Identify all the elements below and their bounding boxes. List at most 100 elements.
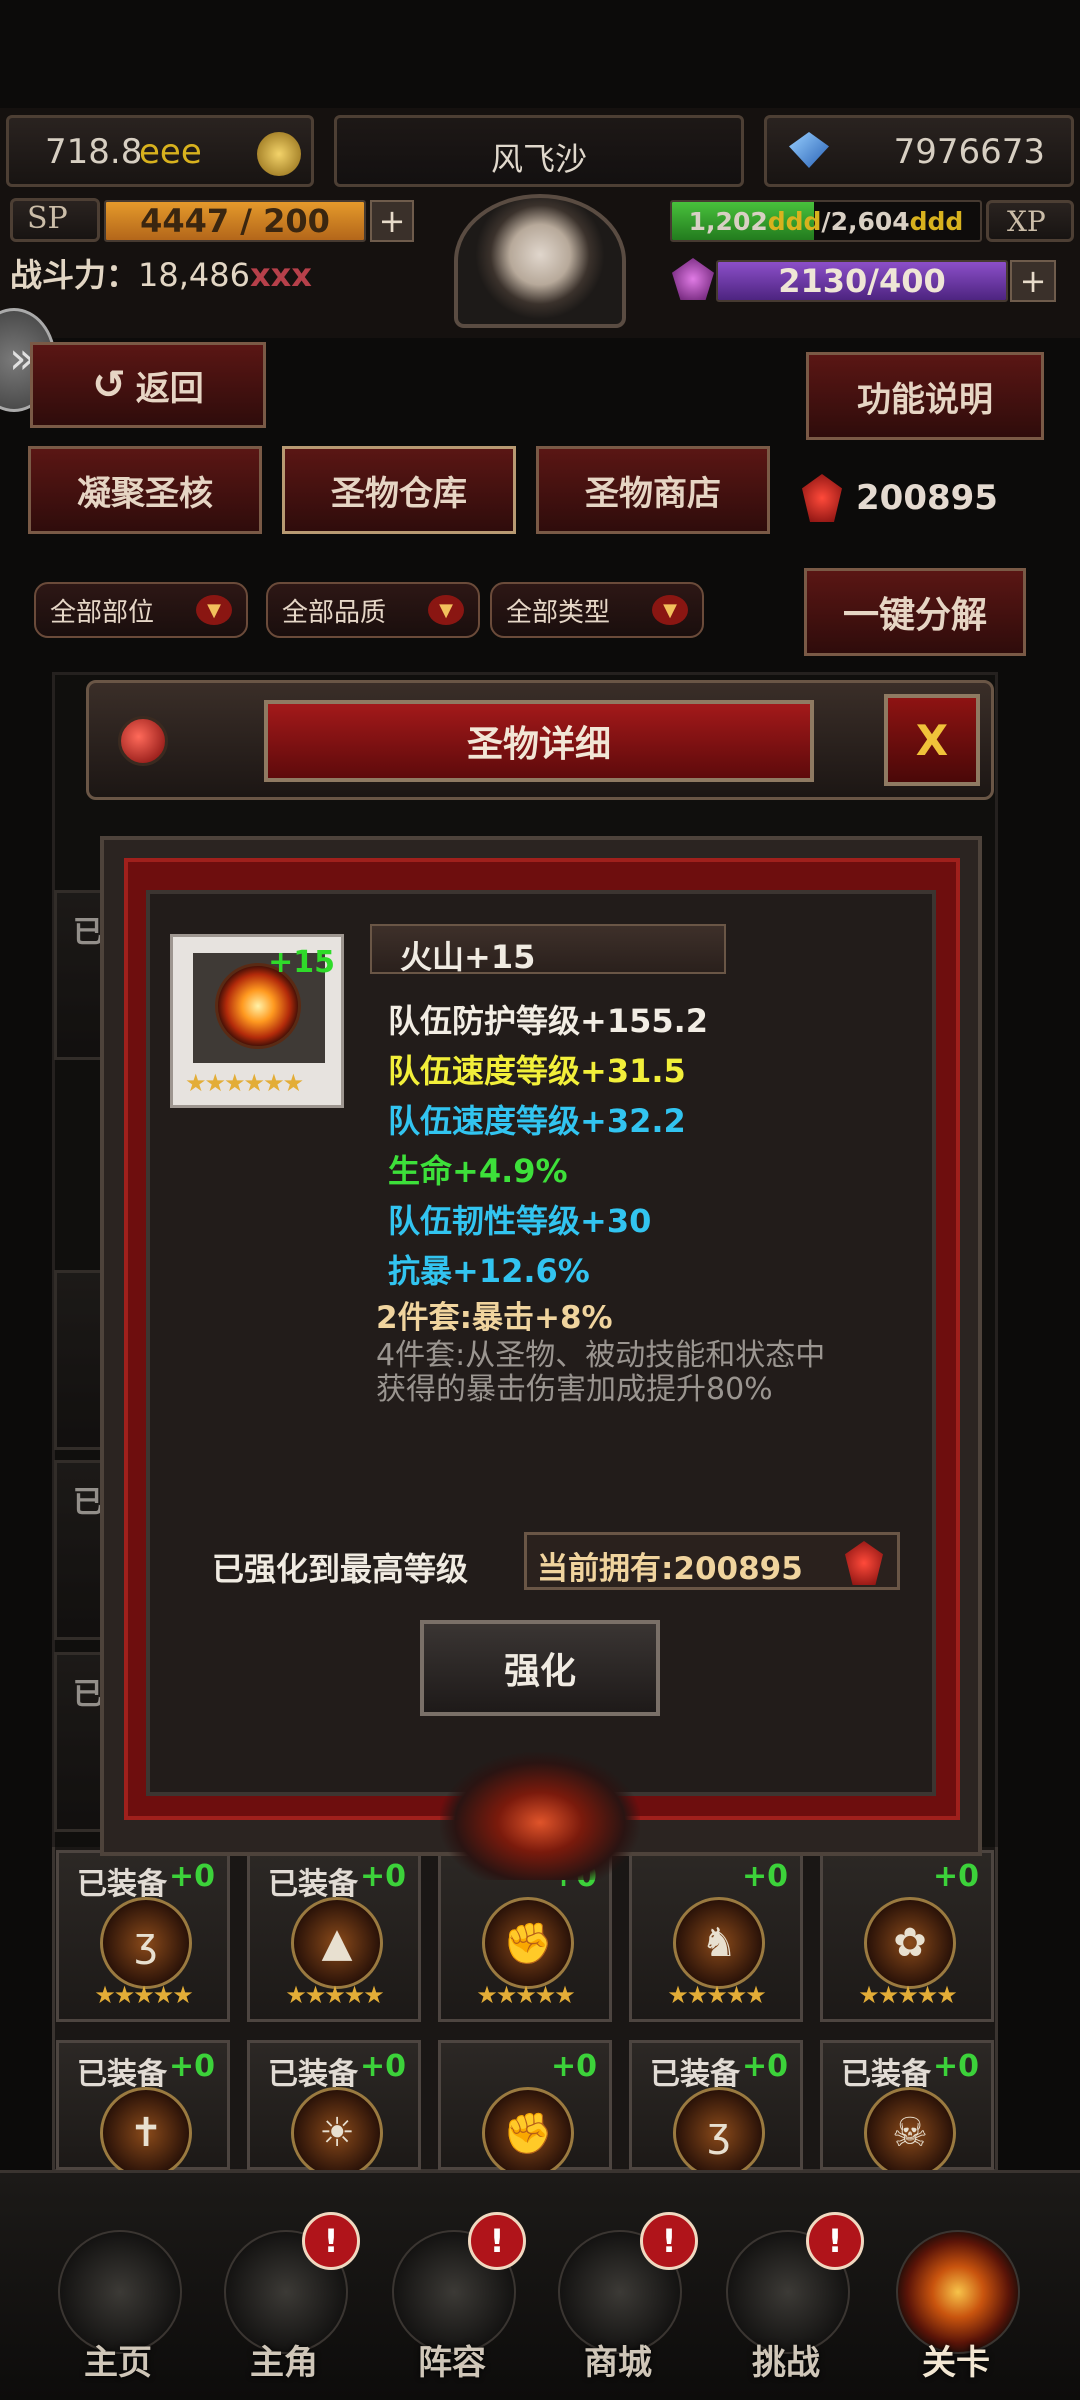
alert-badge: ! — [806, 2212, 864, 2270]
relic-level: +0 — [932, 2049, 979, 2084]
relic-level: +0 — [932, 1859, 979, 1894]
decompose-label: 一键分解 — [842, 595, 987, 636]
relic-name: 火山+15 — [400, 938, 536, 976]
list-item[interactable]: 已装备 +0 ✝ — [56, 2040, 230, 2179]
relic-level: +0 — [168, 2049, 215, 2084]
gold-coin-icon — [257, 132, 301, 176]
list-item[interactable]: 已装备 +0 ▲ ★★★★★ — [247, 1850, 421, 2022]
nav-home-label: 主页 — [84, 2343, 152, 2383]
sp-label: SP — [27, 201, 68, 236]
list-item[interactable]: 已装备 +0 ☀ — [247, 2040, 421, 2179]
stat-line: 队伍速度等级+31.5 — [388, 1052, 686, 1090]
sp-label-box: SP — [10, 198, 100, 242]
stat-line: 队伍速度等级+32.2 — [388, 1102, 686, 1140]
tab-relic-storage-label: 圣物仓库 — [331, 473, 467, 514]
sp-plus-button[interactable]: + — [370, 200, 414, 242]
nav-hero-label: 主角 — [250, 2343, 318, 2383]
alert-badge: ! — [468, 2212, 526, 2270]
xp-label-box: XP — [986, 200, 1074, 242]
relic-level: +0 — [741, 1859, 788, 1894]
tab-relic-shop-label: 圣物商店 — [585, 473, 721, 514]
filter-slot-label: 全部部位 — [50, 597, 155, 628]
relic-level-badge: +15 — [268, 945, 335, 980]
list-item[interactable]: +0 ✊ — [438, 2040, 612, 2179]
tab-relic-storage[interactable]: 圣物仓库 — [282, 446, 516, 534]
list-item[interactable]: +0 ♞ ★★★★★ — [629, 1850, 803, 2022]
filter-slot-dropdown[interactable]: 全部部位 ▼ — [34, 582, 248, 638]
filter-quality-dropdown[interactable]: 全部品质 ▼ — [266, 582, 480, 638]
list-item[interactable]: 已装备 +0 ☠ — [820, 2040, 994, 2179]
list-item[interactable]: 已装备 +0 ʒ ★★★★★ — [56, 1850, 230, 2022]
relic-icon: ✊ — [482, 1897, 574, 1989]
help-label: 功能说明 — [857, 379, 993, 420]
energy-bar: 2130/400 — [716, 260, 1008, 302]
back-label: 返回 — [135, 368, 204, 409]
gold-display: 718.8 eee — [6, 115, 314, 187]
relic-icon: ▲ — [291, 1897, 383, 1989]
dialog-close-button[interactable]: X — [884, 694, 980, 786]
gold-value: 718.8 — [45, 132, 143, 172]
nav-home[interactable]: 主页 — [38, 2190, 198, 2400]
red-crystal-icon — [845, 1541, 883, 1585]
nav-shop-label: 商城 — [584, 2343, 652, 2383]
relic-icon: ʒ — [100, 1897, 192, 1989]
equipped-tag: 已装备 — [268, 2057, 358, 2092]
owned-currency-box: 当前拥有:200895 — [524, 1532, 900, 1590]
gem-display: 7976673 — [764, 115, 1074, 187]
relic-level: +0 — [359, 2049, 406, 2084]
energy-value: 2130/400 — [778, 262, 946, 300]
relic-icon: ✝ — [100, 2087, 192, 2179]
dialog-title-plate: 圣物详细 — [264, 700, 814, 782]
max-level-text: 已强化到最高等级 — [212, 1550, 469, 1588]
gem-icon — [789, 132, 829, 168]
avatar[interactable] — [430, 194, 650, 328]
help-button[interactable]: 功能说明 — [806, 352, 1044, 440]
equipped-tag: 已装备 — [77, 2057, 167, 2092]
relic-icon: ☀ — [291, 2087, 383, 2179]
chevron-down-icon: ▼ — [196, 595, 232, 625]
stat-line: 队伍韧性等级+30 — [388, 1202, 652, 1240]
relic-stars: ★★★★★ — [667, 1981, 767, 2009]
energy-plus-button[interactable]: + — [1010, 260, 1056, 302]
relic-currency-value: 200895 — [856, 478, 998, 518]
filter-type-dropdown[interactable]: 全部类型 ▼ — [490, 582, 704, 638]
xp-text: 1,202 ddd/2,604 ddd — [672, 202, 980, 240]
relic-icon: ʒ — [673, 2087, 765, 2179]
relic-icon: ✿ — [864, 1897, 956, 1989]
xp-max: 2,604 — [830, 206, 910, 236]
tab-relic-shop[interactable]: 圣物商店 — [536, 446, 770, 534]
tab-gather-core-label: 凝聚圣核 — [77, 473, 213, 514]
relic-stars: ★★★★★ — [858, 1981, 958, 2009]
alert-badge: ! — [640, 2212, 698, 2270]
relic-currency: 200895 — [802, 470, 1062, 530]
one-click-decompose-button[interactable]: 一键分解 — [804, 568, 1026, 656]
player-name: 风飞沙 — [490, 140, 587, 178]
xp-sep: / — [821, 206, 831, 236]
equipped-tag: 已装备 — [650, 2057, 740, 2092]
back-button[interactable]: ↺ 返回 — [30, 342, 266, 428]
enhance-button[interactable]: 强化 — [420, 1620, 660, 1716]
gold-suffix: eee — [139, 132, 202, 172]
set-bonus-4-line2: 获得的暴击伤害加成提升80% — [376, 1372, 773, 1407]
nav-stage[interactable]: 关卡 — [876, 2190, 1036, 2400]
relic-level: +0 — [550, 2049, 597, 2084]
tab-gather-core[interactable]: 凝聚圣核 — [28, 446, 262, 534]
combat-suffix: xxx — [249, 256, 312, 294]
stat-line: 生命+4.9% — [388, 1152, 568, 1190]
list-item[interactable]: +0 ✿ ★★★★★ — [820, 1850, 994, 2022]
chevron-down-icon: ▼ — [428, 595, 464, 625]
xp-label: XP — [1007, 205, 1046, 238]
relic-icon: ♞ — [673, 1897, 765, 1989]
relic-icon: ☠ — [864, 2087, 956, 2179]
gem-value: 7976673 — [893, 132, 1045, 172]
equipped-tag: 已装备 — [841, 2057, 931, 2092]
combat-label: 战斗力： — [10, 256, 139, 294]
sp-bar: 4447 / 200 — [104, 200, 366, 242]
relic-stars: ★★★★★ — [285, 1981, 385, 2009]
relic-icon: ✊ — [482, 2087, 574, 2179]
enhance-label: 强化 — [503, 1651, 576, 1692]
combat-power: 战斗力：18,486xxx — [10, 250, 410, 306]
equipped-tag: 已装备 — [268, 1867, 358, 1902]
demon-skull-ornament — [440, 1752, 640, 1880]
list-item[interactable]: 已装备 +0 ʒ — [629, 2040, 803, 2179]
